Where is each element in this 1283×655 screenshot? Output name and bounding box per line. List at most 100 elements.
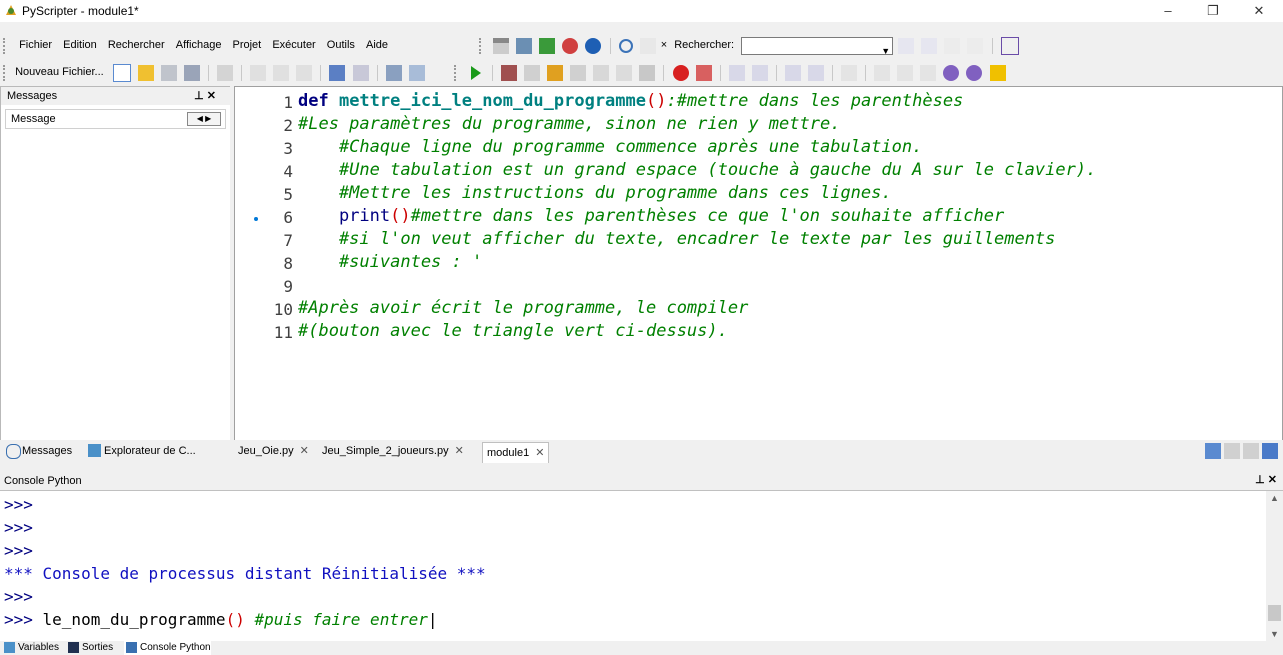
menu-edition[interactable]: Edition	[59, 33, 101, 57]
undo-icon[interactable]	[329, 64, 346, 81]
view-icon[interactable]	[385, 64, 402, 81]
tab-module1[interactable]: module1 ✕	[482, 442, 550, 463]
clear-breakpoints-icon[interactable]	[695, 64, 712, 81]
message-column-header[interactable]: Message ◀ ▶	[5, 109, 226, 129]
back-icon[interactable]	[728, 64, 745, 81]
scroll-thumb[interactable]	[1268, 605, 1281, 621]
python-icon	[126, 642, 137, 653]
debug-icon[interactable]	[501, 64, 518, 81]
step-over-icon[interactable]	[547, 64, 564, 81]
paragraph-icon[interactable]	[920, 64, 937, 81]
menu-aide[interactable]: Aide	[362, 33, 392, 57]
scroll-down-icon[interactable]: ▼	[1266, 629, 1283, 639]
scroll-up-icon[interactable]: ▲	[1266, 493, 1283, 503]
paste-icon[interactable]	[296, 64, 313, 81]
layout-icon[interactable]	[493, 37, 510, 54]
dedent-icon[interactable]	[807, 64, 824, 81]
wrap-icon[interactable]	[897, 64, 914, 81]
redo-icon[interactable]	[352, 64, 369, 81]
search-options-icon[interactable]	[1000, 36, 1019, 55]
messages-panel-title: Messages	[7, 90, 58, 102]
find-next-icon[interactable]	[898, 37, 915, 54]
tab-console-python[interactable]: Console Python	[124, 641, 211, 655]
menu-outils[interactable]: Outils	[323, 33, 359, 57]
close-tab-icon[interactable]: ✕	[455, 445, 464, 457]
line-number: 5	[283, 185, 293, 204]
stop-icon[interactable]	[639, 64, 656, 81]
menu-fichier[interactable]: Fichier	[15, 33, 56, 57]
cut-icon[interactable]	[250, 64, 267, 81]
search-input[interactable]: ▼	[741, 36, 894, 56]
indent-icon[interactable]	[784, 64, 801, 81]
find-icon[interactable]	[618, 38, 633, 53]
replace-icon[interactable]	[967, 37, 984, 54]
close-tab-icon[interactable]: ✕	[535, 447, 544, 459]
menu-affichage[interactable]: Affichage	[172, 33, 226, 57]
console-line: >>>	[4, 518, 33, 537]
tab-jeu-oie[interactable]: Jeu_Oie.py ✕	[234, 441, 313, 461]
console-input-line[interactable]: >>> le_nom_du_programme() #puis faire en…	[4, 610, 438, 629]
list-icon[interactable]	[874, 64, 891, 81]
maximize-editor-icon[interactable]	[1262, 443, 1278, 459]
minimize-button[interactable]: –	[1145, 0, 1191, 22]
explorer-icon	[88, 444, 101, 457]
pin-close-icon[interactable]: ⊥ ✕	[1255, 473, 1277, 486]
tab-sorties[interactable]: Sorties	[66, 641, 113, 655]
comment-icon[interactable]	[841, 64, 858, 81]
layout-alt-icon[interactable]	[516, 37, 533, 54]
zoom-in-icon[interactable]	[943, 64, 960, 81]
menu-rechercher[interactable]: Rechercher	[104, 33, 169, 57]
messages-panel-header: Messages ⊥ ✕	[1, 87, 230, 105]
help-icon[interactable]	[585, 37, 602, 54]
tile-icon[interactable]	[1243, 443, 1259, 459]
menu-executer[interactable]: Exécuter	[268, 33, 319, 57]
tab-variables[interactable]: Variables	[2, 641, 59, 655]
code-line-5: #Mettre les instructions du programme da…	[298, 183, 892, 203]
new-file-button[interactable]: Nouveau Fichier...	[15, 60, 104, 85]
pin-close-icon[interactable]: ⊥ ✕	[194, 89, 216, 102]
tab-code-explorer[interactable]: Explorateur de C...	[84, 441, 196, 461]
console-line: *** Console de processus distant Réiniti…	[4, 564, 486, 583]
close-tab-icon[interactable]: ✕	[300, 445, 309, 457]
console-line: >>>	[4, 541, 33, 560]
run-icon[interactable]	[470, 65, 481, 80]
tab-jeu-simple[interactable]: Jeu_Simple_2_joueurs.py ✕	[318, 441, 468, 461]
save-icon[interactable]	[160, 64, 177, 81]
forward-icon[interactable]	[751, 64, 768, 81]
step-out-icon[interactable]	[570, 64, 587, 81]
bottom-tab-strip: Variables Sorties Console Python	[0, 641, 1283, 655]
open-folder-icon[interactable]	[137, 64, 154, 81]
split-icon[interactable]	[1224, 443, 1240, 459]
column-scroll-arrows-icon[interactable]: ◀ ▶	[187, 112, 221, 126]
line-number-gutter: 1 2 3 4 5 6 7 8 9 10 11	[235, 87, 298, 440]
python-console[interactable]: >>> >>> >>> *** Console de processus dis…	[0, 490, 1283, 642]
lightning-icon[interactable]	[989, 64, 1006, 81]
tab-messages[interactable]: Messages	[2, 441, 72, 461]
highlight-icon[interactable]	[944, 37, 961, 54]
find-prev-icon[interactable]	[921, 37, 938, 54]
restore-button[interactable]: ❐	[1190, 0, 1236, 22]
code-editor[interactable]: 1 2 3 4 5 6 7 8 9 10 11 def mettre_ici_l…	[234, 86, 1283, 441]
menu-projet[interactable]: Projet	[229, 33, 266, 57]
step-into-icon[interactable]	[524, 64, 541, 81]
save-all-icon[interactable]	[183, 64, 200, 81]
layout-menu-icon[interactable]	[1205, 443, 1221, 459]
new-icon[interactable]	[112, 63, 131, 82]
interpreter-icon[interactable]	[539, 37, 556, 54]
code-line-8: #suivantes : '	[298, 252, 483, 272]
run-to-cursor-icon[interactable]	[593, 64, 610, 81]
search-close-icon[interactable]: ×	[661, 33, 667, 58]
zoom-out-icon[interactable]	[966, 64, 983, 81]
console-scrollbar[interactable]: ▲ ▼	[1266, 491, 1283, 641]
pause-icon[interactable]	[616, 64, 633, 81]
copy-icon[interactable]	[273, 64, 290, 81]
line-number: 10	[273, 300, 293, 319]
close-button[interactable]: ✕	[1236, 0, 1282, 22]
breakpoint-icon[interactable]	[672, 64, 689, 81]
code-line-10: #Après avoir écrit le programme, le comp…	[298, 298, 749, 318]
window-icon[interactable]	[408, 64, 425, 81]
spell-icon[interactable]	[639, 37, 656, 54]
settings-icon[interactable]	[562, 37, 579, 54]
toolbar2-grip	[3, 64, 8, 81]
print-icon[interactable]	[217, 64, 234, 81]
